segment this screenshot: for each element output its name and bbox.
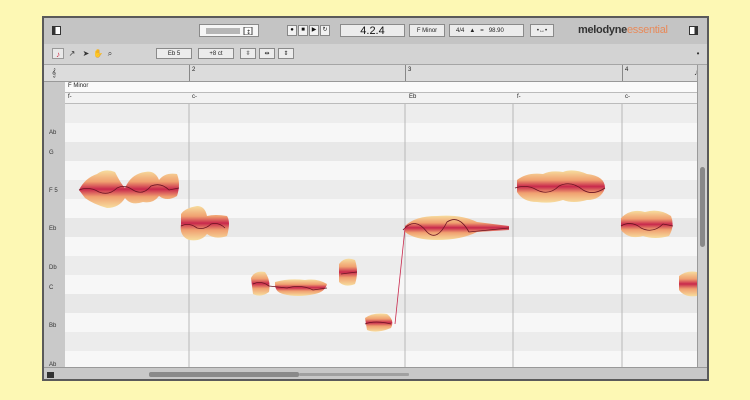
zoom-tool-icon[interactable]: ⌕ xyxy=(104,48,116,59)
pitch-value-field[interactable]: Eb 5 xyxy=(156,48,192,59)
record-button[interactable]: ● xyxy=(287,25,297,36)
scale-degree: Eb xyxy=(409,94,417,100)
scale-degree-strip[interactable]: f- c- Eb f- c- xyxy=(65,93,697,104)
tempo-equals: = xyxy=(480,27,484,34)
tool-bar: ♪ ↗ ➤ ✋ ⌕ Eb 5 +8 ct ⇳ ⇹ ⇕ • xyxy=(44,44,707,65)
volume-lines-icon: ↕ xyxy=(206,26,253,35)
pitch-tool-icon[interactable]: ♪ xyxy=(52,48,64,59)
scroll-thumb[interactable] xyxy=(700,167,705,247)
treble-clef-icon[interactable]: 𝄞 xyxy=(48,67,60,78)
svg-text:↕: ↕ xyxy=(246,29,251,35)
record-icon: ● xyxy=(290,27,294,33)
pitch-label: Ab xyxy=(49,130,57,136)
loop-button[interactable]: ↻ xyxy=(320,25,330,36)
inspector-toggle-icon[interactable] xyxy=(689,26,698,35)
melodyne-window: ↕ ● ■ ▶ ↻ 4.2.4 F Minor 4/4 ▲ = 98.90 •↔… xyxy=(42,16,709,381)
stop-icon: ■ xyxy=(301,27,305,33)
transport-bar: ↕ ● ■ ▶ ↻ 4.2.4 F Minor 4/4 ▲ = 98.90 •↔… xyxy=(44,18,707,45)
pitch-label: Eb xyxy=(49,226,57,232)
overview-bar[interactable] xyxy=(44,367,707,379)
bar-line xyxy=(405,65,406,81)
pitch-row-stripes xyxy=(65,104,697,379)
scale-label: F Minor xyxy=(68,83,89,89)
pitch-ruler[interactable]: Ab G F 5 Eb Db C Bb Ab G xyxy=(44,82,66,379)
bar-number: 3 xyxy=(408,67,412,73)
overview-waveform xyxy=(47,372,409,378)
app-logo: melodyneessential xyxy=(578,24,668,36)
bar-line xyxy=(189,65,190,81)
pitch-label: C xyxy=(49,285,54,291)
hand-tool-icon[interactable]: ✋ xyxy=(92,48,104,59)
note-editor[interactable] xyxy=(65,104,697,379)
pitch-label: F 5 xyxy=(49,188,58,194)
pitch-label: G xyxy=(49,150,54,156)
sync-icon: •↔• xyxy=(536,27,548,34)
stop-button[interactable]: ■ xyxy=(298,25,308,36)
scale-strip[interactable]: F Minor xyxy=(65,82,697,93)
grid-icon[interactable] xyxy=(47,372,54,378)
time-stretch-icon: ⇹ xyxy=(264,51,270,57)
pointer-tool-icon[interactable]: ➤ xyxy=(80,48,92,59)
play-icon: ▶ xyxy=(311,27,317,33)
scale-degree: c- xyxy=(192,94,197,100)
sync-button[interactable]: •↔• xyxy=(530,24,554,37)
metronome-icon: ▲ xyxy=(469,27,476,34)
volume-slider[interactable]: ↕ xyxy=(199,24,259,37)
amplitude-button[interactable]: ⇕ xyxy=(278,48,294,59)
cents-value-field[interactable]: +8 ct xyxy=(198,48,234,59)
tempo-value: 98.90 xyxy=(488,27,504,34)
sidebar-toggle-icon[interactable] xyxy=(52,26,61,35)
scale-degree: c- xyxy=(625,94,630,100)
scale-degree: f- xyxy=(68,94,72,100)
bar-number: 4 xyxy=(625,67,629,73)
settings-dot-icon[interactable]: • xyxy=(692,48,704,59)
loop-icon: ↻ xyxy=(322,27,328,33)
time-signature: 4/4 xyxy=(456,27,465,34)
timeline-ruler[interactable]: 𝄞 2 3 4 ♩ xyxy=(44,65,707,82)
logo-name: melodyne xyxy=(578,24,627,36)
key-display[interactable]: F Minor xyxy=(409,24,445,37)
vertical-scrollbar[interactable] xyxy=(697,65,707,379)
note-blob-8[interactable] xyxy=(679,271,697,297)
pitch-center-icon: ⇳ xyxy=(245,51,251,57)
logo-edition: essential xyxy=(626,24,668,36)
pitch-modulation-tool-icon[interactable]: ↗ xyxy=(66,48,78,59)
pitch-label: Bb xyxy=(49,323,57,329)
play-button[interactable]: ▶ xyxy=(309,25,319,36)
pitch-label: Db xyxy=(49,265,57,271)
time-stretch-button[interactable]: ⇹ xyxy=(259,48,275,59)
note-blob-6[interactable] xyxy=(514,170,606,203)
tempo-display[interactable]: 4/4 ▲ = 98.90 xyxy=(449,24,524,37)
pitch-label: G xyxy=(49,380,54,381)
position-display[interactable]: 4.2.4 xyxy=(340,24,405,37)
amplitude-icon: ⇕ xyxy=(283,51,289,57)
bar-number: 2 xyxy=(192,67,196,73)
note-blob-7[interactable] xyxy=(620,210,674,238)
scale-degree: f- xyxy=(517,94,521,100)
pitch-center-button[interactable]: ⇳ xyxy=(240,48,256,59)
bar-line xyxy=(622,65,623,81)
